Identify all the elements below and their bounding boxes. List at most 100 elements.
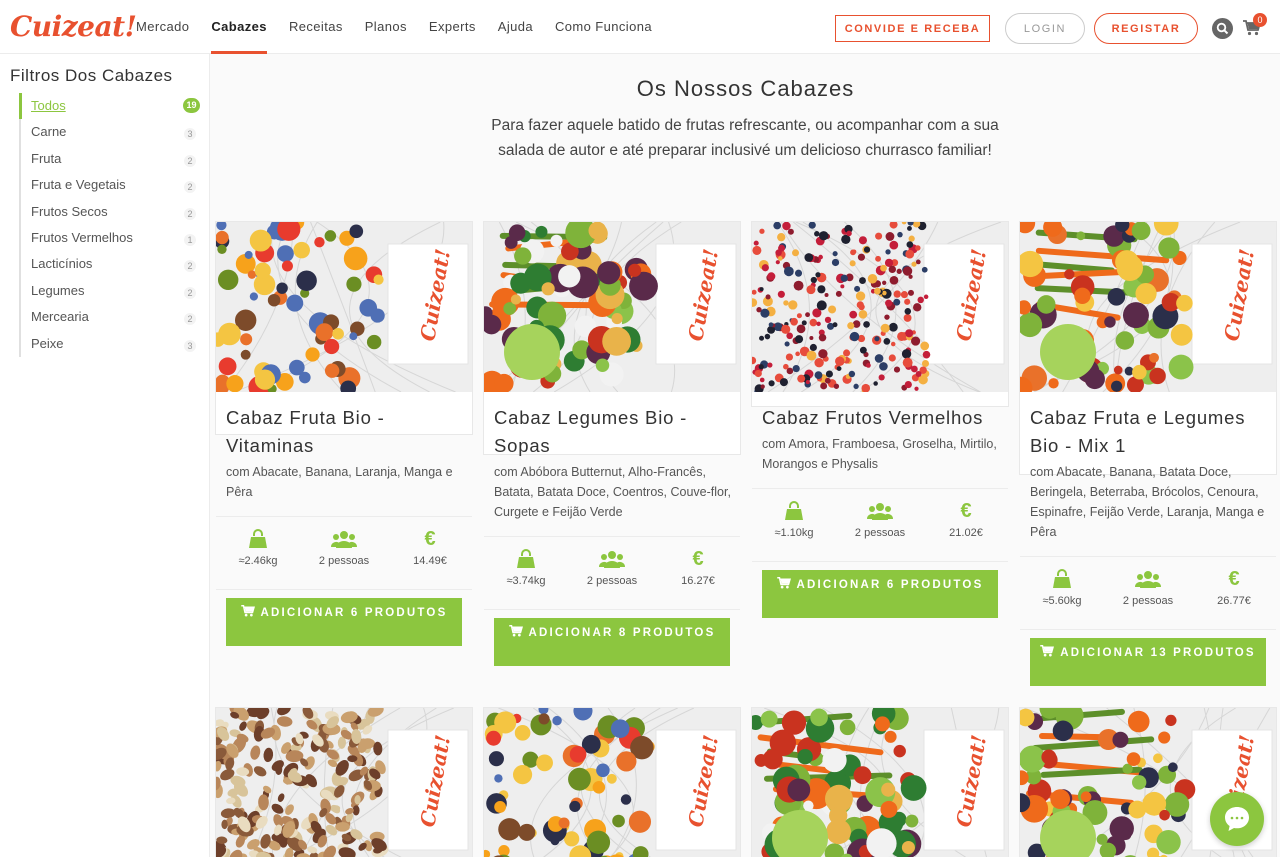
nav-item-ajuda[interactable]: Ajuda <box>488 0 543 54</box>
euro-icon: € <box>960 500 972 522</box>
weight-icon <box>754 501 834 523</box>
nav-item-experts[interactable]: Experts <box>419 0 486 54</box>
cuizeat-logo[interactable]: Cuizeat! <box>10 10 137 43</box>
filter-label: Lacticínios <box>31 256 93 272</box>
login-button[interactable]: LOGIN <box>1005 13 1085 44</box>
filter-count-badge: 2 <box>184 154 196 167</box>
filter-count-badge: 2 <box>184 181 196 194</box>
basket-weight: ≈2.46kg <box>238 555 278 567</box>
basket-image[interactable]: Cuizeat! <box>484 708 740 857</box>
basket-price: 26.77€ <box>1217 595 1251 607</box>
card-divider <box>752 488 1008 489</box>
card-divider <box>1020 629 1276 630</box>
basket-image[interactable]: Cuizeat! <box>1020 222 1276 392</box>
basket-card[interactable]: Cuizeat! Cabaz Legumes Bio - Sopas com Abó… <box>483 221 741 666</box>
basket-image[interactable]: Cuizeat! <box>752 222 1008 392</box>
filter-label: Fruta <box>31 150 62 166</box>
filter-item[interactable]: Peixe 3 <box>21 331 202 357</box>
nav-item-receitas[interactable]: Receitas <box>279 0 353 54</box>
weight-icon <box>486 549 566 571</box>
card-divider <box>484 609 740 610</box>
filter-count-badge: 2 <box>184 207 196 220</box>
filter-list: Todos 19 Carne 3 Fruta 2 Fruta e Vegetais 2 Frut… <box>19 93 202 357</box>
filter-item[interactable]: Fruta 2 <box>21 146 202 172</box>
cart-icon <box>240 605 261 619</box>
product-photo: Cuizeat! <box>216 708 472 857</box>
filter-label: Frutos Vermelhos <box>31 229 133 245</box>
basket-card[interactable]: Cuizeat! Cabaz Fruta e Legumes Bio - Mix … <box>1019 221 1277 686</box>
basket-image[interactable]: Cuizeat! <box>752 708 1008 857</box>
basket-weight-stat: ≈5.60kg <box>1022 569 1102 607</box>
basket-people-stat: 2 pessoas <box>572 549 652 587</box>
filter-item[interactable]: Frutos Vermelhos 1 <box>21 225 202 251</box>
add-products-button[interactable]: ADICIONAR 8 PRODUTOS <box>494 618 730 666</box>
page-subtitle: Para fazer aquele batido de frutas refre… <box>491 117 999 159</box>
filter-item[interactable]: Legumes 2 <box>21 278 202 304</box>
nav-item-planos[interactable]: Planos <box>355 0 417 54</box>
basket-title[interactable]: Cabaz Fruta e Legumes Bio - Mix 1 <box>1030 404 1270 460</box>
basket-image[interactable]: Cuizeat! <box>484 222 740 392</box>
filter-item[interactable]: Mercearia 2 <box>21 304 202 330</box>
basket-card[interactable]: Cuizeat! <box>483 707 741 857</box>
basket-title[interactable]: Cabaz Fruta Bio - Vitaminas <box>226 404 466 460</box>
chat-button[interactable] <box>1210 792 1264 846</box>
basket-image[interactable]: Cuizeat! <box>216 708 472 857</box>
product-photo: Cuizeat! <box>484 708 740 857</box>
add-products-button[interactable]: ADICIONAR 13 PRODUTOS <box>1030 638 1266 686</box>
search-icon[interactable] <box>1212 18 1233 39</box>
invite-button[interactable]: CONVIDE E RECEBA <box>835 15 990 42</box>
people-icon <box>304 529 384 551</box>
basket-people: 2 pessoas <box>586 575 638 587</box>
basket-people: 2 pessoas <box>854 527 906 539</box>
euro-icon: € <box>1228 568 1240 590</box>
product-photo: Cuizeat! <box>752 708 1008 857</box>
filter-label: Legumes <box>31 282 85 298</box>
top-header: Cuizeat! Mercado Cabazes Receitas Planos Exp… <box>0 0 1280 54</box>
filter-count-badge: 2 <box>184 286 196 299</box>
register-button[interactable]: REGISTAR <box>1094 13 1198 44</box>
filter-item[interactable]: Lacticínios 2 <box>21 251 202 277</box>
weight-icon <box>218 529 298 551</box>
basket-card[interactable]: Cuizeat! Cabaz Fruta Bio - Vitaminas com A… <box>215 221 473 646</box>
filter-item[interactable]: Fruta e Vegetais 2 <box>21 172 202 198</box>
add-products-label: ADICIONAR 8 PRODUTOS <box>528 627 716 639</box>
filter-item[interactable]: Todos 19 <box>19 93 202 120</box>
add-products-button[interactable]: ADICIONAR 6 PRODUTOS <box>226 598 462 646</box>
basket-price: 14.49€ <box>413 555 447 567</box>
cart-icon <box>1040 645 1060 659</box>
filter-label: Mercearia <box>31 309 89 325</box>
basket-card[interactable]: Cuizeat! Cabaz Frutos Vermelhos com Amora,… <box>751 221 1009 618</box>
basket-card[interactable]: Cuizeat! <box>215 707 473 857</box>
add-products-label: ADICIONAR 13 PRODUTOS <box>1060 647 1256 659</box>
add-products-button[interactable]: ADICIONAR 6 PRODUTOS <box>762 570 998 618</box>
filter-count-badge: 2 <box>184 260 196 273</box>
nav-item-mercado[interactable]: Mercado <box>126 0 199 54</box>
basket-description: com Amora, Framboesa, Groselha, Mirtilo,… <box>762 437 997 471</box>
basket-weight-stat: ≈3.74kg <box>486 549 566 587</box>
euro-icon: € <box>424 528 436 550</box>
card-divider <box>484 536 740 537</box>
weight-icon <box>1022 569 1102 591</box>
nav-item-cabazes[interactable]: Cabazes <box>201 0 277 54</box>
basket-weight: ≈3.74kg <box>506 575 546 587</box>
filter-item[interactable]: Carne 3 <box>21 119 202 145</box>
basket-people: 2 pessoas <box>1122 595 1174 607</box>
basket-weight: ≈1.10kg <box>774 527 814 539</box>
basket-people-stat: 2 pessoas <box>840 501 920 539</box>
basket-title[interactable]: Cabaz Legumes Bio - Sopas <box>494 404 734 460</box>
basket-weight: ≈5.60kg <box>1042 595 1082 607</box>
basket-image[interactable]: Cuizeat! <box>216 222 472 392</box>
basket-title[interactable]: Cabaz Frutos Vermelhos <box>762 404 1002 432</box>
basket-description: com Abacate, Banana, Batata Doce, Bering… <box>1030 465 1265 539</box>
basket-people-stat: 2 pessoas <box>304 529 384 567</box>
basket-card[interactable]: Cuizeat! <box>751 707 1009 857</box>
filter-label: Frutos Secos <box>31 203 108 219</box>
filter-item[interactable]: Frutos Secos 2 <box>21 199 202 225</box>
cart-count-badge: 0 <box>1253 13 1267 27</box>
product-photo: Cuizeat! <box>216 222 472 392</box>
basket-price-stat: €26.77€ <box>1194 569 1274 607</box>
nav-item-como-funciona[interactable]: Como Funciona <box>545 0 662 54</box>
card-divider <box>216 589 472 590</box>
add-products-label: ADICIONAR 6 PRODUTOS <box>796 579 984 591</box>
filter-label: Fruta e Vegetais <box>31 177 126 193</box>
